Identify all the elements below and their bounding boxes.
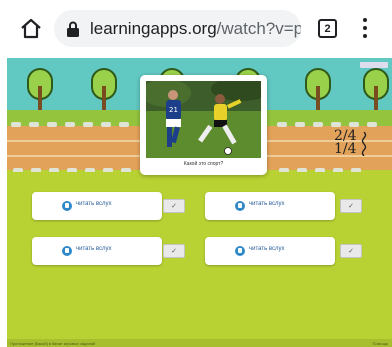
score-fraction: 2/4 1/4 (334, 129, 367, 157)
answer-box-3[interactable]: читать вслух ✓ (32, 237, 185, 265)
lock-icon (67, 21, 79, 37)
tab-switcher-button[interactable]: 2 (318, 19, 337, 38)
url-path: /watch?v=p (216, 19, 301, 38)
footer-left-text[interactable]: Приложение [Какой] в банке игровых задан… (10, 341, 95, 346)
check-button[interactable]: ✓ (340, 244, 362, 258)
answer-box-4[interactable]: читать вслух ✓ (205, 237, 362, 265)
url-text: learningapps.org/watch?v=p (90, 19, 301, 39)
browser-toolbar: learningapps.org/watch?v=p 2 (0, 0, 392, 58)
read-aloud-label[interactable]: читать вслух (249, 246, 285, 252)
tree-2 (91, 68, 117, 112)
fraction-bottom: 1/4 (334, 141, 357, 157)
question-text: Какой это спорт? (183, 161, 224, 167)
tree-6 (363, 68, 389, 112)
answer-box-1[interactable]: читать вслух ✓ (32, 192, 185, 220)
url-domain: learningapps.org (90, 19, 217, 38)
home-icon[interactable] (19, 17, 43, 41)
speaker-icon[interactable] (62, 201, 72, 211)
check-button[interactable]: ✓ (163, 244, 185, 258)
speaker-icon[interactable] (235, 246, 245, 256)
address-bar[interactable]: learningapps.org/watch?v=p (54, 10, 301, 47)
check-button[interactable]: ✓ (340, 199, 362, 213)
menu-kebab-icon[interactable] (362, 18, 368, 40)
soccer-photo: 21 (146, 81, 261, 158)
read-aloud-label[interactable]: читать вслух (249, 201, 285, 207)
svg-text:21: 21 (169, 106, 178, 114)
footer-right-text[interactable]: Помощь (373, 341, 388, 346)
speaker-icon[interactable] (235, 201, 245, 211)
read-aloud-label[interactable]: читать вслух (76, 201, 112, 207)
check-button[interactable]: ✓ (163, 199, 185, 213)
speaker-icon[interactable] (62, 246, 72, 256)
tree-1 (27, 68, 53, 112)
answer-box-2[interactable]: читать вслух ✓ (205, 192, 362, 220)
tree-5 (305, 68, 331, 112)
question-card: 21 Какой это спорт? (140, 75, 267, 175)
app-footer: Приложение [Какой] в банке игровых задан… (7, 339, 392, 347)
read-aloud-label[interactable]: читать вслух (76, 246, 112, 252)
squiggle-icon (361, 132, 367, 156)
learningapps-scene: 21 Какой это спорт? 2/4 1/4 читать вслух… (7, 58, 392, 347)
screen: learningapps.org/watch?v=p 2 21 Какой эт… (0, 0, 392, 347)
